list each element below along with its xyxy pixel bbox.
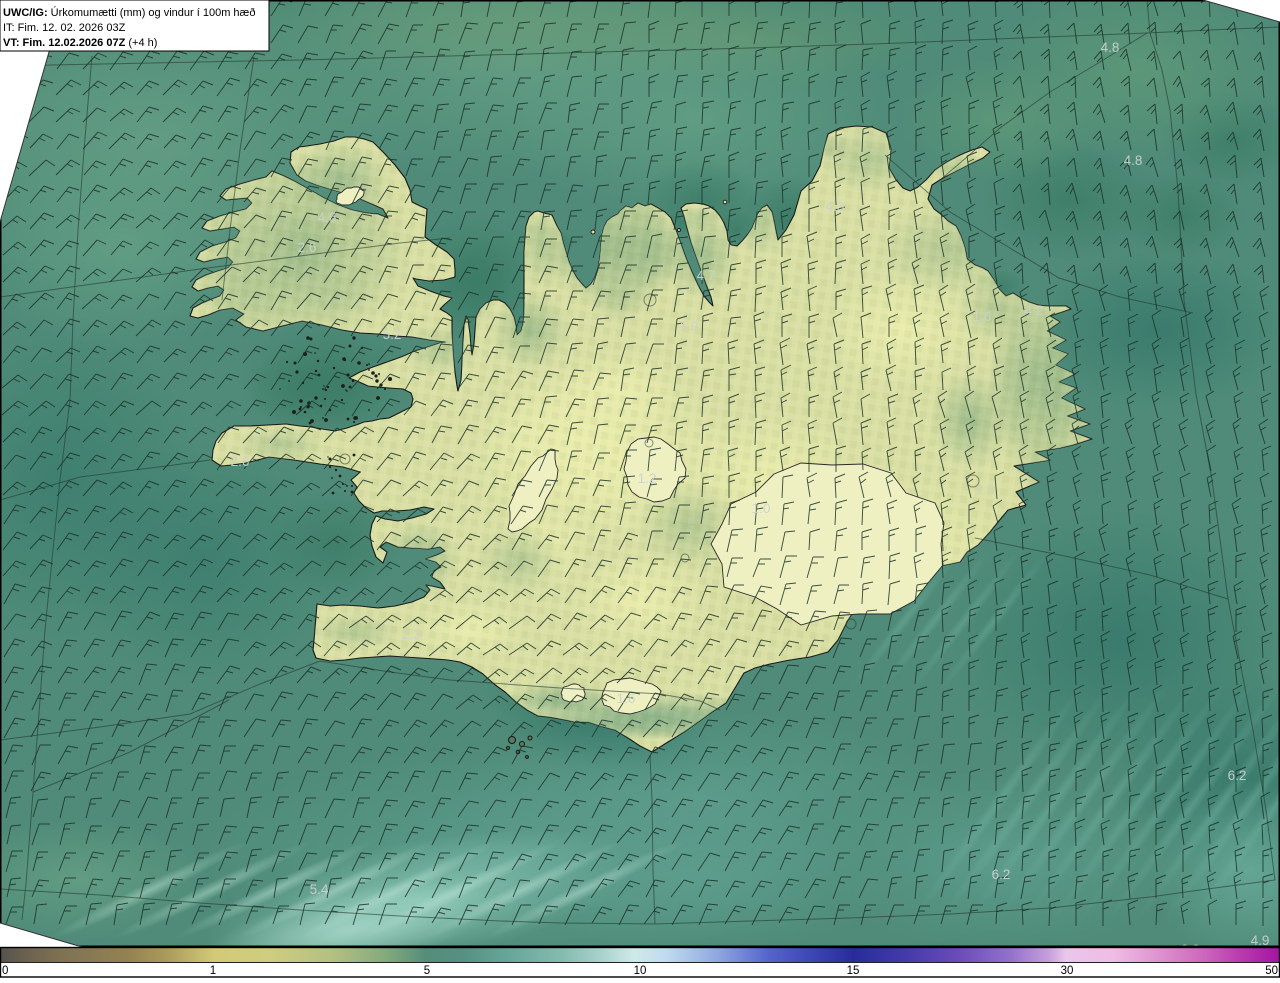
svg-text:4.8: 4.8 [1124,153,1143,168]
svg-text:2.3: 2.3 [402,627,421,642]
svg-text:1: 1 [210,965,216,977]
svg-text:1.2: 1.2 [638,471,657,486]
svg-text:50: 50 [1265,965,1278,977]
svg-text:5.4: 5.4 [310,882,329,897]
svg-text:1.6: 1.6 [973,309,992,324]
svg-text:2.6: 2.6 [298,240,317,255]
svg-text:1.6: 1.6 [617,691,636,706]
svg-text:10: 10 [634,965,647,977]
svg-text:4.2: 4.2 [1025,303,1044,318]
svg-text:2.6: 2.6 [231,454,250,469]
svg-text:IT: Fim. 12. 02. 2026 03Z: IT: Fim. 12. 02. 2026 03Z [3,22,126,34]
svg-text:1.2: 1.2 [976,482,995,497]
svg-text:5: 5 [424,965,430,977]
svg-text:VT: Fim. 12.02.2026 07Z (+4 h): VT: Fim. 12.02.2026 07Z (+4 h) [3,37,157,49]
svg-text:4.8: 4.8 [1101,40,1120,55]
svg-text:4.7: 4.7 [697,268,716,283]
svg-text:30: 30 [1061,965,1074,977]
svg-text:4.6: 4.6 [318,210,337,225]
svg-text:1.9: 1.9 [680,319,699,334]
svg-text:6.2: 6.2 [992,867,1011,882]
svg-text:5.2: 5.2 [383,327,402,342]
svg-text:1.0: 1.0 [752,501,771,516]
svg-text:4.3: 4.3 [826,199,845,214]
svg-text:UWC/IG: Úrkomumætti (mm) og vi: UWC/IG: Úrkomumætti (mm) og vindur í 100… [3,6,255,19]
svg-text:6.2: 6.2 [1228,768,1247,783]
svg-text:0: 0 [2,965,8,977]
svg-text:15: 15 [847,965,860,977]
